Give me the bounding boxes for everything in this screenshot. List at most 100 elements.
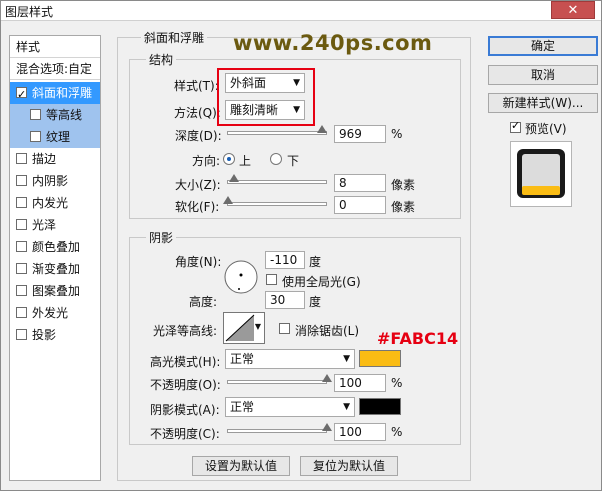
style-item-label: 图案叠加 bbox=[32, 284, 81, 298]
linear-contour-icon bbox=[225, 314, 255, 342]
highlight-opacity-thumb[interactable] bbox=[322, 374, 332, 382]
style-item-inner-shadow[interactable]: 内阴影 bbox=[10, 170, 100, 192]
style-item-inner-glow[interactable]: 内发光 bbox=[10, 192, 100, 214]
title-bar: 图层样式 ✕ bbox=[1, 1, 601, 21]
style-item-stroke[interactable]: 描边 bbox=[10, 148, 100, 170]
shadow-opacity-input[interactable]: 100 bbox=[334, 423, 386, 441]
direction-down-radio[interactable] bbox=[270, 153, 282, 165]
depth-slider-thumb[interactable] bbox=[317, 125, 327, 133]
size-unit: 像素 bbox=[391, 178, 416, 192]
angle-unit: 度 bbox=[309, 255, 322, 269]
style-item-texture[interactable]: 纹理 bbox=[10, 126, 100, 148]
gradient-overlay-checkbox[interactable] bbox=[16, 263, 27, 274]
highlight-annotation-box bbox=[217, 68, 315, 126]
watermark-text: www.240ps.com bbox=[233, 31, 433, 55]
close-button[interactable]: ✕ bbox=[551, 1, 595, 19]
altitude-unit: 度 bbox=[309, 295, 322, 309]
shadow-color-swatch[interactable] bbox=[359, 398, 401, 415]
preview-checkbox[interactable] bbox=[510, 119, 521, 133]
highlight-color-swatch[interactable] bbox=[359, 350, 401, 367]
highlight-mode-select[interactable]: 正常 ▼ bbox=[225, 349, 355, 369]
style-item-label: 颜色叠加 bbox=[32, 240, 81, 254]
bevel-checkbox[interactable] bbox=[16, 84, 27, 106]
highlight-opacity-label: 不透明度(O): bbox=[150, 378, 221, 392]
global-light-checkbox[interactable] bbox=[266, 274, 277, 285]
altitude-input[interactable]: 30 bbox=[265, 291, 305, 309]
style-item-drop-shadow[interactable]: 投影 bbox=[10, 324, 100, 346]
inner-glow-checkbox[interactable] bbox=[16, 197, 27, 208]
direction-label: 方向: bbox=[192, 154, 221, 168]
global-light-label: 使用全局光(G) bbox=[282, 275, 361, 289]
inner-shadow-checkbox[interactable] bbox=[16, 175, 27, 186]
anti-alias-label: 消除锯齿(L) bbox=[295, 324, 360, 338]
style-item-pattern-overlay[interactable]: 图案叠加 bbox=[10, 280, 100, 302]
shadow-mode-select[interactable]: 正常 ▼ bbox=[225, 397, 355, 417]
size-input[interactable]: 8 bbox=[334, 174, 386, 192]
style-item-label: 内发光 bbox=[32, 196, 69, 210]
gloss-contour-picker[interactable]: ▼ bbox=[223, 312, 265, 344]
technique-label: 方法(Q): bbox=[174, 106, 221, 120]
shadow-opacity-thumb[interactable] bbox=[322, 423, 332, 431]
depth-input[interactable]: 969 bbox=[334, 125, 386, 143]
highlight-opacity-track[interactable] bbox=[227, 380, 327, 384]
outer-glow-checkbox[interactable] bbox=[16, 307, 27, 318]
style-item-gradient-overlay[interactable]: 渐变叠加 bbox=[10, 258, 100, 280]
chevron-down-icon: ▼ bbox=[343, 402, 350, 412]
highlight-opacity-input[interactable]: 100 bbox=[334, 374, 386, 392]
depth-unit: % bbox=[391, 127, 403, 141]
structure-title: 结构 bbox=[146, 51, 177, 68]
angle-input[interactable]: -110 bbox=[265, 251, 305, 269]
new-style-button[interactable]: 新建样式(W)... bbox=[488, 93, 598, 113]
preview-label: 预览(V) bbox=[525, 122, 567, 136]
color-annotation: #FABC14 bbox=[377, 329, 459, 348]
contour-checkbox[interactable] bbox=[30, 109, 41, 120]
style-item-label: 内阴影 bbox=[32, 174, 69, 188]
shadow-opacity-track[interactable] bbox=[227, 429, 327, 433]
make-default-button[interactable]: 设置为默认值 bbox=[192, 456, 290, 476]
direction-down-label: 下 bbox=[287, 154, 300, 168]
style-preview-swatch bbox=[510, 141, 572, 207]
style-item-bevel-emboss[interactable]: 斜面和浮雕 bbox=[10, 82, 100, 106]
angle-dial[interactable] bbox=[223, 259, 259, 295]
style-item-label: 渐变叠加 bbox=[32, 262, 81, 276]
anti-alias-checkbox[interactable] bbox=[279, 323, 290, 334]
style-item-label: 斜面和浮雕 bbox=[32, 86, 93, 100]
style-item-outer-glow[interactable]: 外发光 bbox=[10, 302, 100, 324]
style-item-color-overlay[interactable]: 颜色叠加 bbox=[10, 236, 100, 258]
depth-label: 深度(D): bbox=[175, 129, 222, 143]
ok-button[interactable]: 确定 bbox=[488, 36, 598, 56]
shading-title: 阴影 bbox=[146, 229, 177, 246]
direction-up-radio[interactable] bbox=[223, 153, 235, 165]
soften-slider-track[interactable] bbox=[227, 202, 327, 206]
reset-default-button[interactable]: 复位为默认值 bbox=[300, 456, 398, 476]
style-item-label: 等高线 bbox=[46, 108, 83, 122]
depth-slider-track[interactable] bbox=[227, 131, 327, 135]
texture-checkbox[interactable] bbox=[30, 131, 41, 142]
color-overlay-checkbox[interactable] bbox=[16, 241, 27, 252]
soften-slider-thumb[interactable] bbox=[223, 196, 233, 204]
drop-shadow-checkbox[interactable] bbox=[16, 329, 27, 340]
bevel-panel-title: 斜面和浮雕 bbox=[141, 29, 208, 46]
cancel-button[interactable]: 取消 bbox=[488, 65, 598, 85]
style-list-header[interactable]: 样式 bbox=[10, 36, 100, 58]
shadow-opacity-label: 不透明度(C): bbox=[150, 427, 220, 441]
style-list: 样式 混合选项:自定 斜面和浮雕 等高线 纹理 描边 内阴影 内发光 光泽 颜色… bbox=[9, 35, 101, 481]
style-item-label: 光泽 bbox=[32, 218, 57, 232]
style-item-contour[interactable]: 等高线 bbox=[10, 104, 100, 126]
window-title: 图层样式 bbox=[5, 5, 54, 19]
style-label: 样式(T): bbox=[174, 79, 219, 93]
size-slider-thumb[interactable] bbox=[229, 174, 239, 182]
highlight-mode-label: 高光模式(H): bbox=[150, 355, 221, 369]
style-item-label: 投影 bbox=[32, 328, 57, 342]
chevron-down-icon: ▼ bbox=[343, 354, 350, 364]
blending-options-item[interactable]: 混合选项:自定 bbox=[10, 58, 100, 80]
direction-up-label: 上 bbox=[239, 154, 252, 168]
size-slider-track[interactable] bbox=[227, 180, 327, 184]
pattern-overlay-checkbox[interactable] bbox=[16, 285, 27, 296]
highlight-mode-value: 正常 bbox=[230, 352, 255, 366]
shadow-mode-label: 阴影模式(A): bbox=[150, 403, 220, 417]
stroke-checkbox[interactable] bbox=[16, 153, 27, 164]
satin-checkbox[interactable] bbox=[16, 219, 27, 230]
soften-input[interactable]: 0 bbox=[334, 196, 386, 214]
style-item-satin[interactable]: 光泽 bbox=[10, 214, 100, 236]
